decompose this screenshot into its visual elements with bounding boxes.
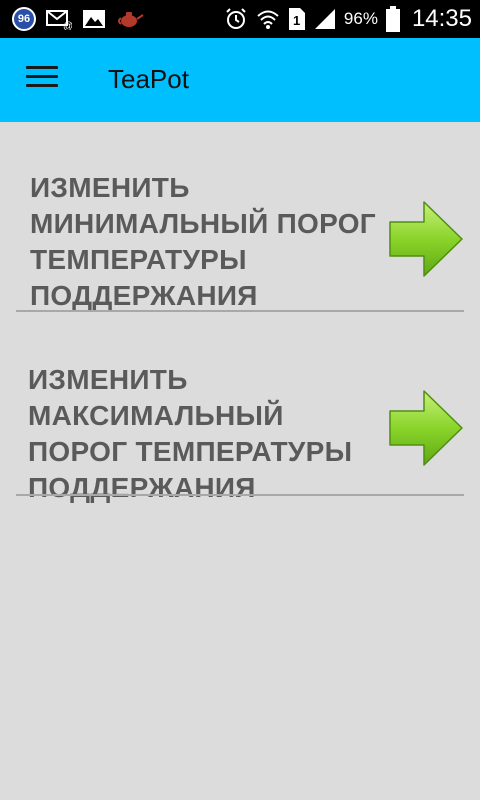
sim-icon: 1 <box>288 7 306 31</box>
svg-text:@: @ <box>63 21 72 30</box>
row-divider <box>16 310 464 312</box>
battery-percent: 96% <box>343 9 378 28</box>
app-title: TeaPot <box>108 64 189 94</box>
min-threshold-label: ИЗМЕНИТЬ МИНИМАЛЬНЫЙ ПОРОГ ТЕМПЕРАТУРЫ П… <box>30 172 376 311</box>
mail-icon: @ <box>46 8 72 30</box>
max-threshold-label: ИЗМЕНИТЬ МАКСИМАЛЬНЫЙ ПОРОГ ТЕМПЕРАТУРЫ … <box>28 364 353 503</box>
max-threshold-row[interactable]: ИЗМЕНИТЬ МАКСИМАЛЬНЫЙ ПОРОГ ТЕМПЕРАТУРЫ … <box>16 362 464 503</box>
notification-96-icon: 96 <box>12 7 36 31</box>
battery-icon <box>385 6 400 32</box>
hamburger-menu-icon[interactable] <box>26 66 58 92</box>
green-arrow-right-icon[interactable] <box>388 389 464 467</box>
status-bar-right: 1 96% 14:35 <box>224 4 472 34</box>
svg-text:1: 1 <box>293 13 300 28</box>
status-bar: 96 @ <box>0 0 480 38</box>
teapot-icon <box>116 9 144 29</box>
row-divider <box>16 494 464 496</box>
min-threshold-row[interactable]: ИЗМЕНИТЬ МИНИМАЛЬНЫЙ ПОРОГ ТЕМПЕРАТУРЫ П… <box>16 170 464 314</box>
image-icon <box>82 9 106 29</box>
clock: 14:35 <box>411 5 472 32</box>
signal-icon <box>314 8 336 30</box>
green-arrow-right-icon[interactable] <box>388 200 464 278</box>
status-bar-left: 96 @ <box>12 4 144 34</box>
alarm-icon <box>224 7 248 31</box>
wifi-icon <box>256 8 280 30</box>
app-bar: TeaPot <box>0 38 480 122</box>
